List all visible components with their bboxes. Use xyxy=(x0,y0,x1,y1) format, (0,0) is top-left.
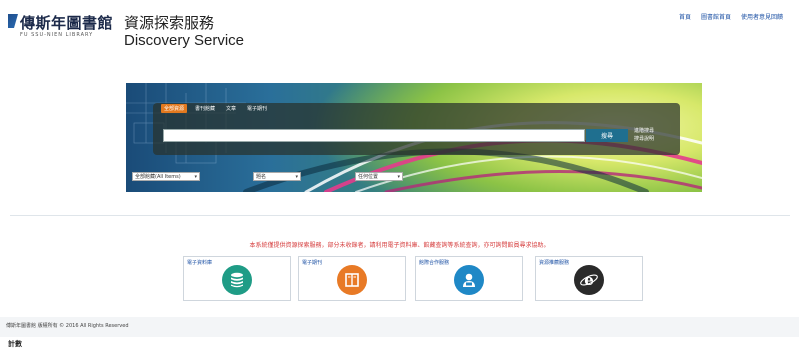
scope-select-value: 全部館藏(All Items) xyxy=(135,174,181,180)
library-logo[interactable]: 傳斯年圖書館 FU SSU-NIEN LIBRARY xyxy=(8,10,113,38)
card-interlibrary[interactable]: 館際合作服務 xyxy=(415,256,523,301)
card-e-journals[interactable]: 電子期刊 xyxy=(298,256,406,301)
library-home-link[interactable]: 圖書館首頁 xyxy=(701,12,731,21)
search-side-links: 進階搜尋 搜尋說明 xyxy=(634,127,654,143)
logo-mark-icon xyxy=(8,14,18,28)
card-title: 電子資料庫 xyxy=(187,260,213,266)
page-title-zh: 資源探索服務 xyxy=(124,14,215,32)
card-recommend[interactable]: 資源推薦服務 e xyxy=(535,256,643,301)
tab-ejournals[interactable]: 電子期刊 xyxy=(244,104,270,113)
advanced-search-link[interactable]: 進階搜尋 xyxy=(634,127,654,135)
database-icon xyxy=(222,265,252,295)
home-link[interactable]: 首頁 xyxy=(679,12,691,21)
logo-subtext: FU SSU-NIEN LIBRARY xyxy=(20,32,94,38)
search-input[interactable] xyxy=(163,129,585,142)
chevron-down-icon: ▾ xyxy=(397,173,400,180)
section-divider xyxy=(10,215,790,216)
position-select[interactable]: 任何位置 ▾ xyxy=(355,172,403,181)
feedback-link[interactable]: 使用者意見回饋 xyxy=(741,12,783,21)
field-select-value: 題名 xyxy=(256,174,267,180)
card-title: 資源推薦服務 xyxy=(539,260,570,266)
field-select[interactable]: 題名 ▾ xyxy=(253,172,301,181)
tab-catalog[interactable]: 書刊館藏 xyxy=(192,104,218,113)
footer-copyright: 傅斯年圖書館 版權所有 © 2016 All Rights Reserved xyxy=(6,323,129,329)
user-icon xyxy=(454,265,484,295)
search-help-link[interactable]: 搜尋說明 xyxy=(634,135,654,143)
search-tabs: 全部資源 書刊館藏 文章 電子期刊 xyxy=(161,104,270,113)
visitor-counter: 計數 xyxy=(8,340,22,348)
tab-articles[interactable]: 文章 xyxy=(223,104,239,113)
chevron-down-icon: ▾ xyxy=(194,173,197,180)
tab-all-resources[interactable]: 全部資源 xyxy=(161,104,188,113)
svg-text:e: e xyxy=(584,271,594,289)
chevron-down-icon: ▾ xyxy=(295,173,298,180)
card-e-database[interactable]: 電子資料庫 xyxy=(183,256,291,301)
card-title: 電子期刊 xyxy=(302,260,323,266)
top-nav-links: 首頁 圖書館首頁 使用者意見回饋 xyxy=(679,12,783,21)
scope-select[interactable]: 全部館藏(All Items) ▾ xyxy=(132,172,200,181)
notice-text: 本系統僅提供資源探索服務，部分未收錄者，請利用電子資料庫、館藏查詢等系統查詢，亦… xyxy=(249,242,550,249)
logo-text: 傳斯年圖書館 xyxy=(20,14,114,32)
search-button[interactable]: 搜尋 xyxy=(586,129,628,142)
card-title: 館際合作服務 xyxy=(419,260,450,266)
position-select-value: 任何位置 xyxy=(358,174,379,180)
book-icon xyxy=(337,265,367,295)
page-title-en: Discovery Service xyxy=(124,32,245,49)
ie-icon: e xyxy=(574,265,604,295)
